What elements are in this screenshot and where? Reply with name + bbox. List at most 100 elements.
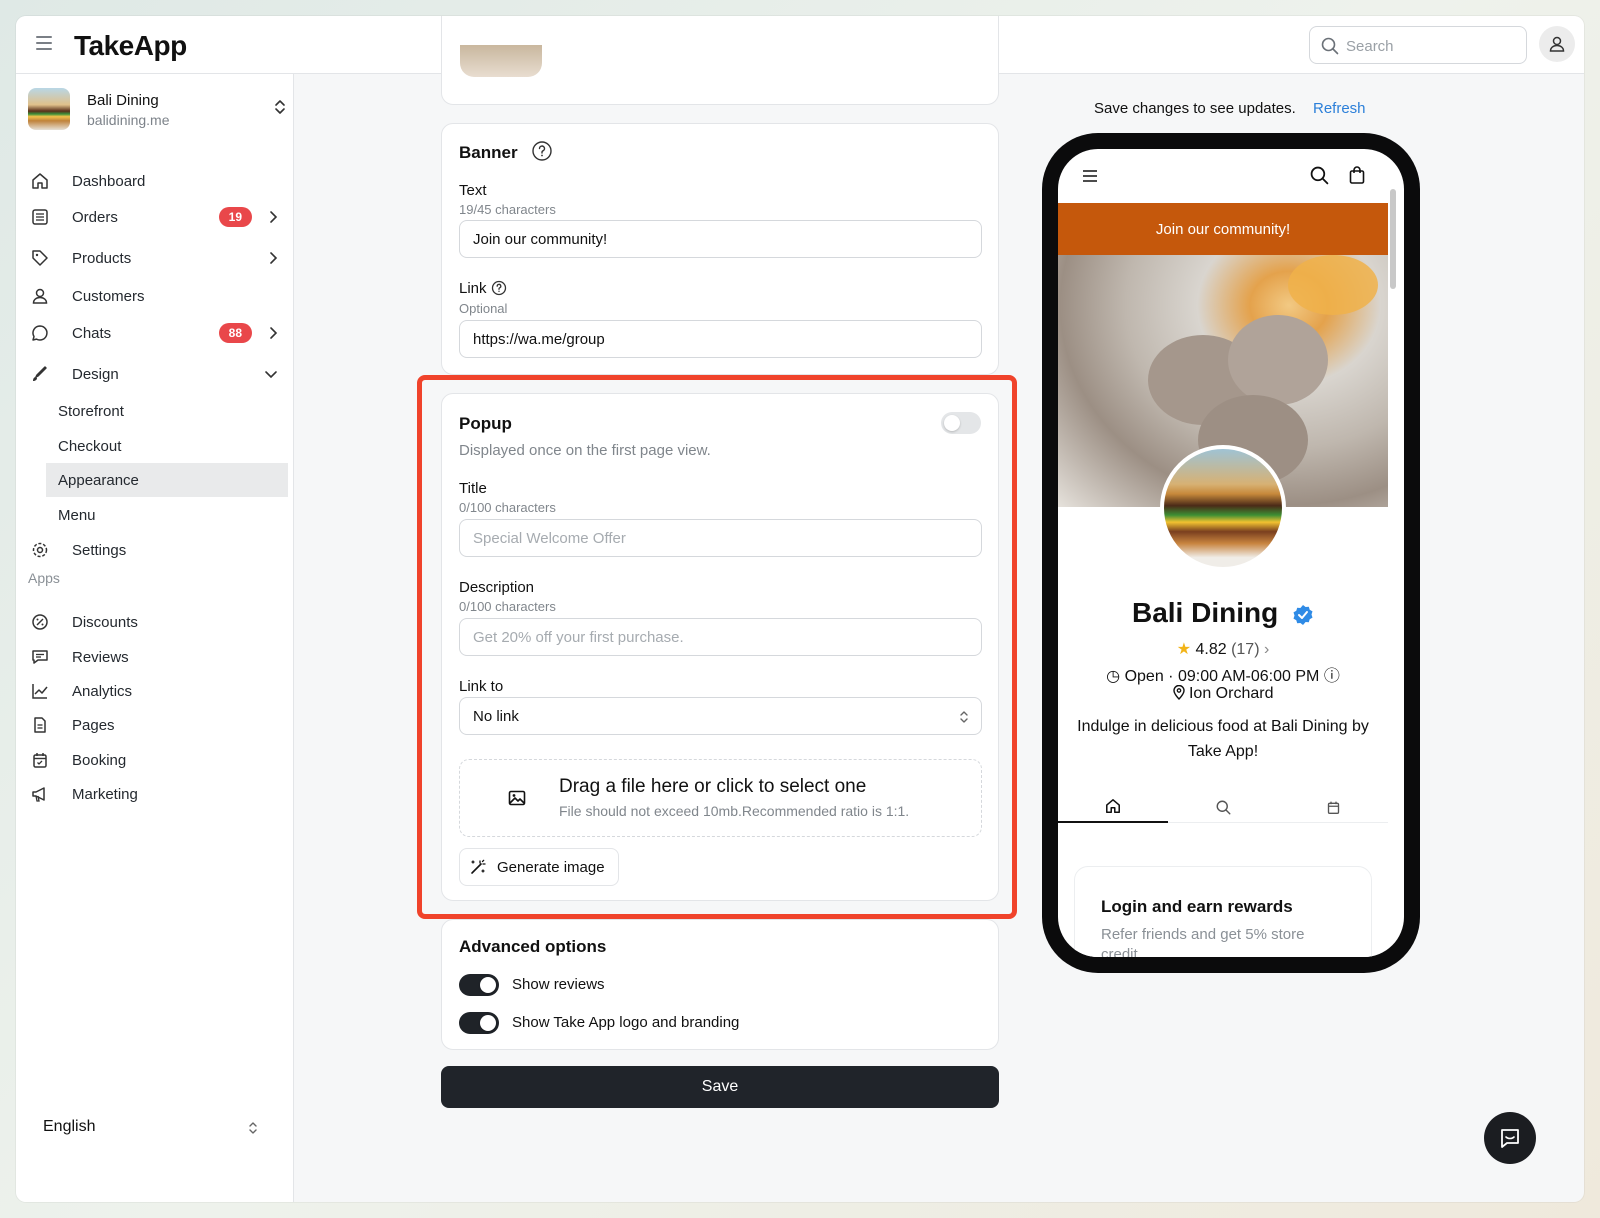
sidebar-item-label: Customers (72, 287, 145, 305)
search-icon (1216, 800, 1230, 814)
sidebar-item-chats[interactable]: Chats 88 (28, 316, 284, 350)
banner-text-input[interactable] (459, 220, 982, 258)
sidebar-item-analytics[interactable]: Analytics (28, 674, 284, 708)
show-branding-toggle[interactable] (459, 1012, 499, 1034)
preview-note: Save changes to see updates. (1094, 100, 1296, 117)
phone-location: Ion Orchard (1188, 685, 1274, 702)
popup-description-label: Description (459, 579, 535, 596)
magic-wand-icon (471, 859, 486, 874)
phone-rating: 4.82 (1195, 641, 1227, 658)
chevron-updown-icon (960, 711, 968, 723)
apps-section-label: Apps (28, 570, 60, 586)
phone-hours: · 09:00 AM-06:00 PM (1168, 668, 1320, 685)
phone-rewards-card[interactable]: Login and earn rewards Refer friends and… (1074, 866, 1372, 957)
refresh-link[interactable]: Refresh (1313, 100, 1366, 117)
sidebar-item-label: Dashboard (72, 172, 146, 190)
sidebar-item-marketing[interactable]: Marketing (28, 777, 284, 811)
menu-icon[interactable] (36, 36, 52, 50)
sidebar-item-design[interactable]: Design (28, 357, 284, 391)
popup-description-hint: 0/100 characters (459, 599, 556, 614)
location-pin-icon (1172, 684, 1185, 700)
calendar-icon (1327, 801, 1339, 814)
store-name: Bali Dining (87, 92, 159, 109)
store-thumbnail (28, 88, 70, 130)
search-box[interactable] (1309, 26, 1527, 64)
sidebar-item-discounts[interactable]: Discounts (28, 605, 284, 639)
phone-tabs (1058, 791, 1388, 823)
save-button[interactable]: Save (441, 1066, 999, 1108)
calendar-icon (30, 750, 50, 770)
sidebar-subitem-checkout[interactable]: Checkout (46, 429, 288, 463)
generate-image-button[interactable]: Generate image (459, 848, 619, 886)
phone-tab-search[interactable] (1168, 791, 1278, 823)
phone-banner[interactable]: Join our community! (1058, 203, 1388, 255)
shopping-bag-icon[interactable] (1348, 165, 1366, 185)
sidebar-subitem-appearance[interactable]: Appearance (46, 463, 288, 497)
user-icon (30, 286, 50, 306)
menu-icon[interactable] (1082, 169, 1098, 183)
sidebar-subitem-storefront[interactable]: Storefront (46, 394, 288, 428)
search-input[interactable] (1346, 35, 1516, 57)
sauce-shape (1288, 255, 1378, 315)
phone-tab-booking[interactable] (1278, 791, 1388, 823)
phone-tab-home[interactable] (1058, 791, 1168, 823)
rewards-subtitle: Refer friends and get 5% store credit (1101, 926, 1305, 957)
phone-store-name: Bali Dining (1131, 597, 1279, 628)
sidebar-item-label: Checkout (58, 437, 122, 455)
popup-description-input[interactable] (459, 618, 982, 656)
popup-toggle[interactable] (941, 412, 981, 434)
sidebar-item-label: Analytics (72, 682, 133, 700)
meatball-shape (1228, 315, 1328, 405)
sidebar-item-customers[interactable]: Customers (28, 279, 284, 313)
sidebar-item-pages[interactable]: Pages (28, 708, 284, 742)
sidebar-item-settings[interactable]: Settings (28, 533, 284, 567)
chevron-updown-icon[interactable] (248, 1120, 258, 1136)
language-selector[interactable]: English (43, 1118, 95, 1136)
banner-card: Banner Text 19/45 characters Link Option… (441, 123, 999, 375)
help-icon[interactable] (491, 280, 507, 296)
search-icon[interactable] (1310, 166, 1329, 185)
sidebar-item-label: Menu (58, 506, 96, 524)
sidebar-item-booking[interactable]: Booking (28, 743, 284, 777)
sidebar-item-label: Orders (72, 208, 118, 226)
orders-icon (30, 207, 50, 227)
tag-icon (30, 248, 50, 268)
phone-hours-row: ◷ Open · 09:00 AM-06:00 PM ⓘ (1058, 662, 1388, 686)
sidebar-item-label: Settings (72, 541, 127, 559)
sidebar-item-products[interactable]: Products (28, 241, 284, 275)
info-icon[interactable]: ⓘ (1324, 668, 1340, 685)
popup-linkto-select[interactable]: No link (459, 697, 982, 735)
sidebar-item-dashboard[interactable]: Dashboard (28, 164, 284, 198)
phone-scrollbar[interactable] (1390, 189, 1396, 289)
phone-location-row: Ion Orchard (1058, 684, 1388, 703)
show-reviews-toggle[interactable] (459, 974, 499, 996)
image-dropzone[interactable]: Drag a file here or click to select one … (459, 759, 982, 837)
sidebar-item-label: Chats (72, 324, 112, 342)
clock-icon: ◷ (1106, 668, 1121, 685)
megaphone-icon (30, 784, 50, 804)
store-switcher[interactable]: Bali Dining balidining.me (28, 86, 285, 134)
user-avatar[interactable] (1539, 26, 1575, 62)
sidebar-item-orders[interactable]: Orders 19 (28, 200, 284, 234)
phone-rating-row[interactable]: ★ 4.82 (17) › (1058, 639, 1388, 659)
help-icon[interactable] (531, 140, 553, 162)
sidebar-subitem-menu[interactable]: Menu (46, 498, 288, 532)
logo-card (441, 16, 999, 105)
sidebar-item-label: Products (72, 249, 132, 267)
gear-icon (30, 540, 50, 560)
banner-link-hint: Optional (459, 301, 508, 316)
generate-image-label: Generate image (497, 858, 605, 876)
support-chat-button[interactable] (1484, 1112, 1536, 1164)
popup-title-input[interactable] (459, 519, 982, 557)
sidebar-item-reviews[interactable]: Reviews (28, 640, 284, 674)
app-logo[interactable]: TakeApp (74, 30, 187, 62)
page-icon (30, 715, 50, 735)
show-reviews-label: Show reviews (512, 976, 605, 993)
banner-link-input[interactable] (459, 320, 982, 358)
chevron-right-icon (270, 252, 278, 264)
popup-title-label: Title (459, 480, 487, 497)
sidebar-item-label: Appearance (58, 471, 139, 489)
phone-rating-count: (17) (1231, 641, 1260, 658)
phone-screen: Join our community! Bali Dining ★ 4.82 (… (1058, 149, 1404, 957)
dropzone-hint: File should not exceed 10mb.Recommended … (559, 803, 910, 819)
